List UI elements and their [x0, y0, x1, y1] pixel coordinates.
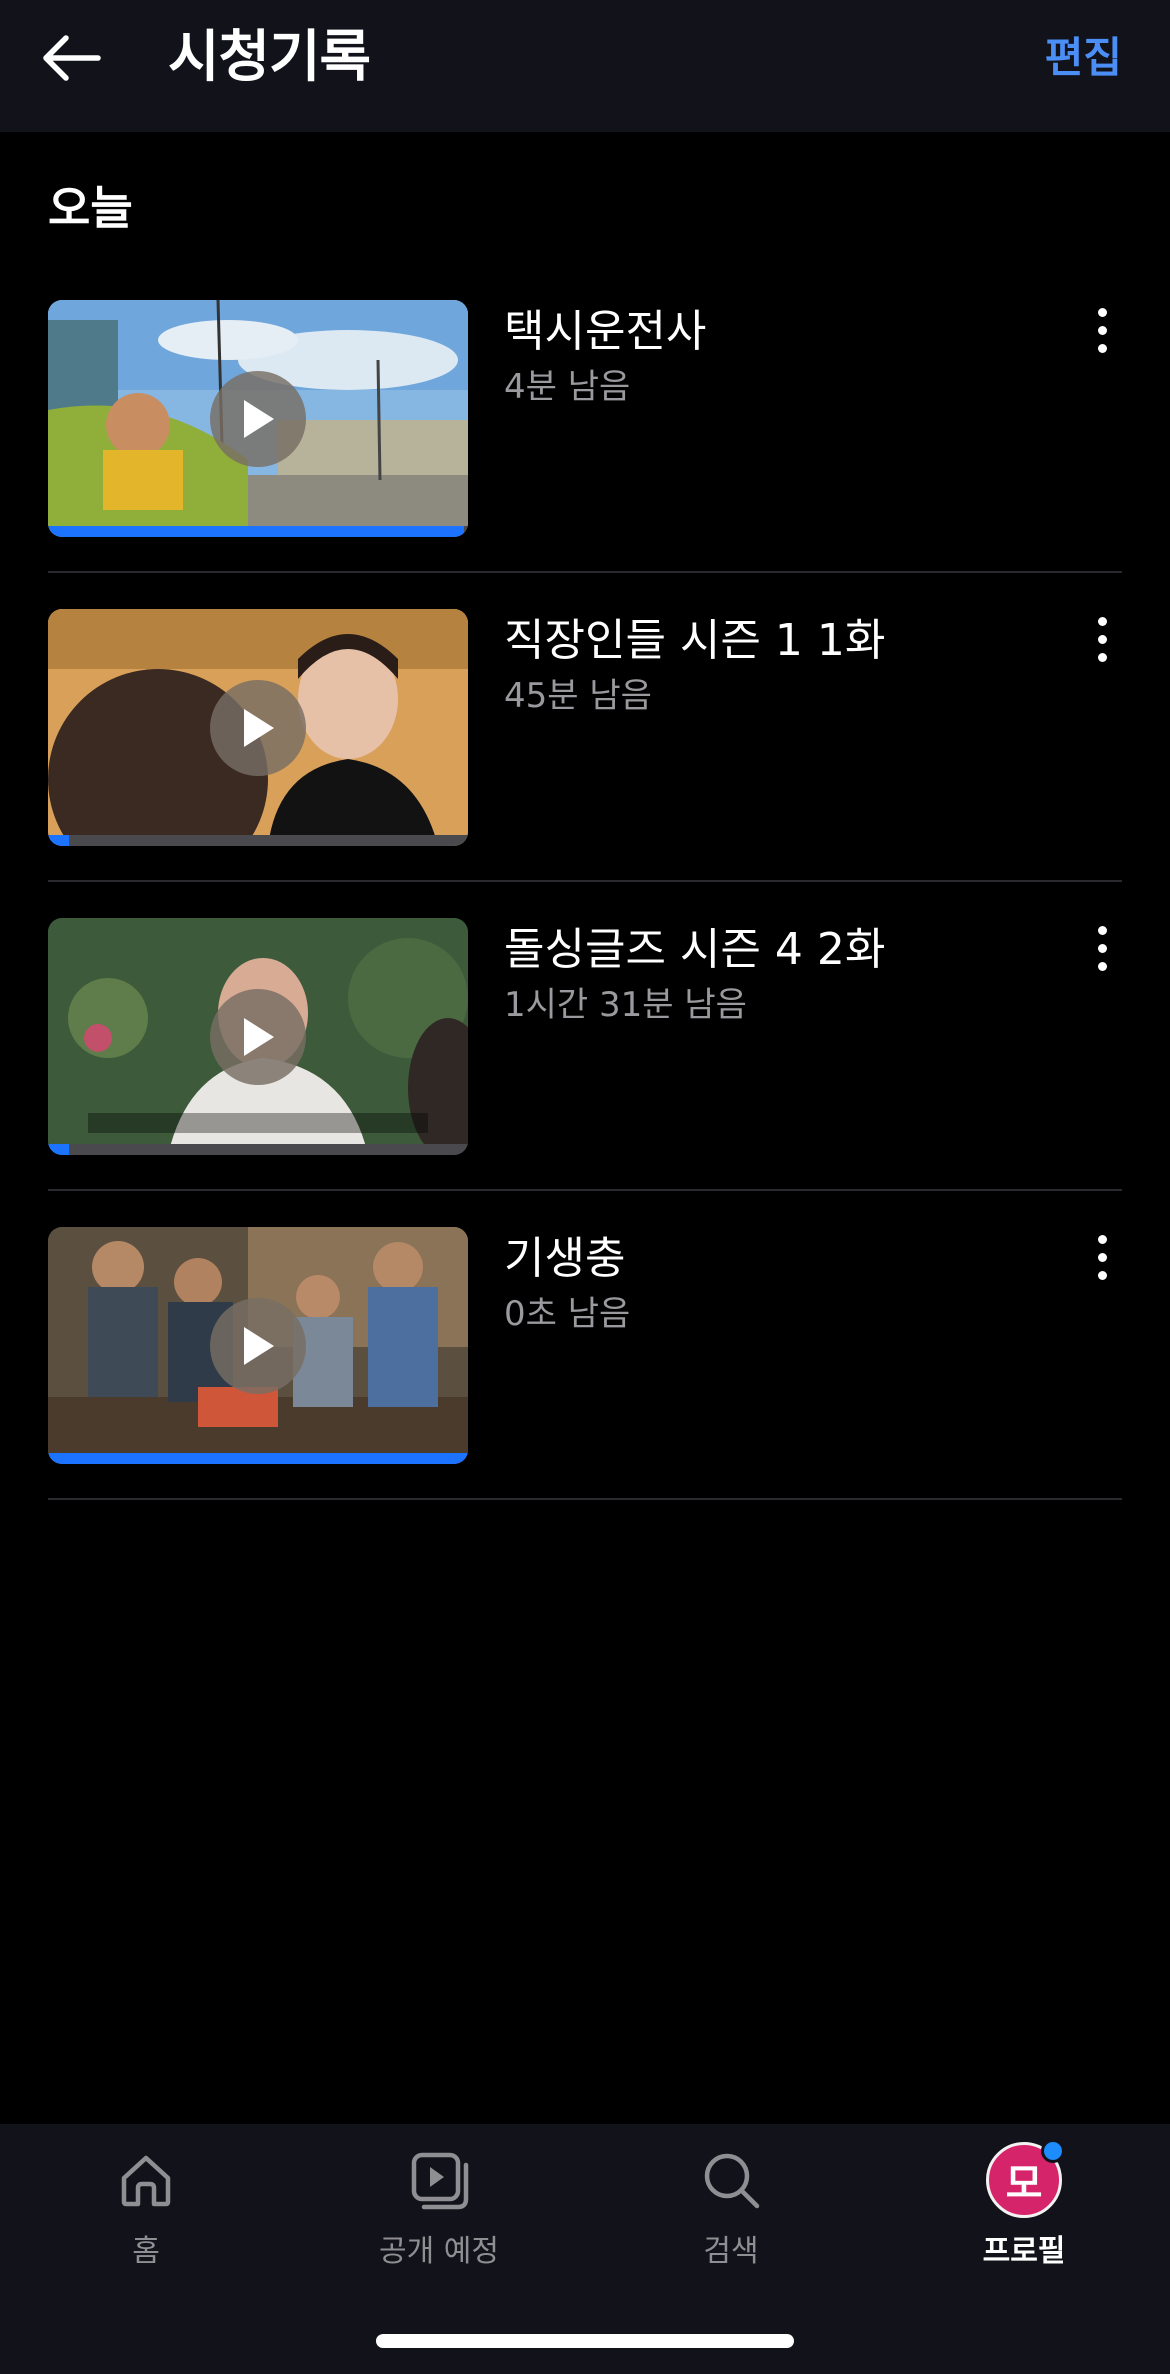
tab-label: 프로필 [982, 2234, 1066, 2269]
divider [48, 1498, 1122, 1500]
list-item[interactable]: 직장인들 시즌 1 1화 45분 남음 [48, 609, 1122, 918]
search-icon [704, 2153, 760, 2209]
page-title: 시청기록 [168, 25, 371, 90]
bottom-tab-bar: 홈 공개 예정 검색 모 프로필 [0, 2124, 1170, 2374]
tab-label: 공개 예정 [379, 2234, 499, 2269]
more-options-button[interactable] [1082, 300, 1122, 360]
back-button[interactable] [36, 22, 108, 94]
progress-fill [48, 1144, 69, 1155]
more-options-button[interactable] [1082, 918, 1122, 978]
tab-label: 검색 [703, 2234, 759, 2269]
item-title: 직장인들 시즌 1 1화 [504, 615, 886, 666]
list-item[interactable]: 기생충 0초 남음 [48, 1227, 1122, 1536]
item-remaining: 4분 남음 [504, 367, 631, 407]
upcoming-icon [411, 2152, 469, 2210]
thumbnail[interactable] [48, 609, 468, 846]
thumbnail[interactable] [48, 1227, 468, 1464]
item-remaining: 1시간 31분 남음 [504, 985, 747, 1025]
thumbnail[interactable] [48, 918, 468, 1155]
progress-fill [48, 835, 69, 846]
tab-search[interactable]: 검색 [621, 2142, 841, 2292]
play-button[interactable] [210, 680, 306, 776]
play-button[interactable] [210, 1298, 306, 1394]
thumbnail[interactable] [48, 300, 468, 537]
avatar: 모 [986, 2139, 1065, 2218]
play-icon [244, 1327, 274, 1365]
progress-bar [48, 526, 468, 537]
more-options-button[interactable] [1082, 1227, 1122, 1287]
divider [48, 880, 1122, 882]
play-icon [244, 400, 274, 438]
item-title: 택시운전사 [504, 306, 707, 357]
progress-bar [48, 835, 468, 846]
item-remaining: 45분 남음 [504, 676, 652, 716]
section-title: 오늘 [48, 181, 133, 235]
home-indicator [376, 2334, 794, 2348]
tab-label: 홈 [132, 2234, 160, 2269]
item-title: 기생충 [504, 1233, 626, 1284]
notification-badge [1041, 2139, 1065, 2163]
divider [48, 1189, 1122, 1191]
item-remaining: 0초 남음 [504, 1294, 631, 1334]
progress-bar [48, 1453, 468, 1464]
tab-upcoming[interactable]: 공개 예정 [329, 2142, 549, 2292]
progress-bar [48, 1144, 468, 1155]
tab-home[interactable]: 홈 [36, 2142, 256, 2292]
play-button[interactable] [210, 371, 306, 467]
play-button[interactable] [210, 989, 306, 1085]
watch-history-list: 택시운전사 4분 남음 직장인들 시즌 1 1화 45분 남음 돌싱글즈 시즌 … [48, 300, 1122, 1536]
list-item[interactable]: 택시운전사 4분 남음 [48, 300, 1122, 609]
progress-fill [48, 1453, 468, 1464]
play-icon [244, 1018, 274, 1056]
more-options-button[interactable] [1082, 609, 1122, 669]
arrow-left-icon [43, 35, 101, 81]
play-icon [244, 709, 274, 747]
list-item[interactable]: 돌싱글즈 시즌 4 2화 1시간 31분 남음 [48, 918, 1122, 1227]
item-title: 돌싱글즈 시즌 4 2화 [504, 924, 886, 975]
tab-profile[interactable]: 모 프로필 [914, 2139, 1134, 2292]
progress-fill [48, 526, 464, 537]
edit-button[interactable]: 편집 [1045, 28, 1122, 88]
top-bar: 시청기록 편집 [0, 0, 1170, 132]
avatar-letter: 모 [1005, 2161, 1043, 2207]
home-icon [121, 2155, 171, 2207]
divider [48, 571, 1122, 573]
